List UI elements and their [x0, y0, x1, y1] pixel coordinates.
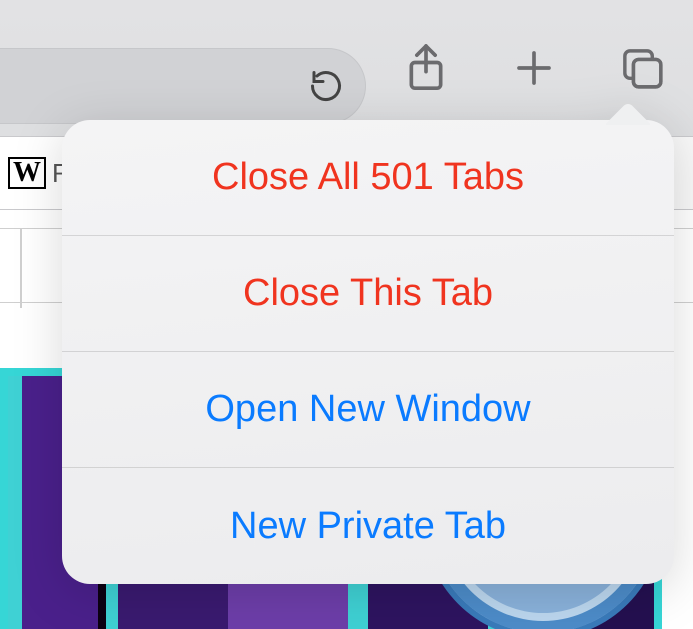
popover: Close All 501 Tabs Close This Tab Open N… [62, 120, 674, 584]
wikipedia-favicon-icon: W [8, 157, 46, 189]
app-root: W Ro Close All 501 Tabs Close This Tab O… [0, 0, 693, 629]
share-icon [404, 42, 448, 94]
menu-item-label: Close All 501 Tabs [212, 156, 524, 199]
reload-button[interactable] [304, 64, 348, 108]
plus-icon [514, 48, 554, 88]
new-tab-button[interactable] [505, 39, 563, 97]
reload-icon [308, 68, 344, 104]
menu-item-label: Open New Window [205, 388, 530, 431]
menu-open-new-window[interactable]: Open New Window [62, 352, 674, 468]
share-button[interactable] [397, 39, 455, 97]
toolbar [0, 0, 693, 136]
popover-arrow [606, 103, 650, 125]
tabs-icon [618, 44, 666, 92]
menu-new-private-tab[interactable]: New Private Tab [62, 468, 674, 584]
tabs-context-menu: Close All 501 Tabs Close This Tab Open N… [62, 120, 674, 584]
menu-item-label: Close This Tab [243, 272, 493, 315]
menu-close-this-tab[interactable]: Close This Tab [62, 236, 674, 352]
tabs-button[interactable] [613, 39, 671, 97]
menu-item-label: New Private Tab [230, 505, 506, 548]
address-bar[interactable] [0, 48, 366, 124]
content-rule [20, 228, 22, 308]
menu-close-all-tabs[interactable]: Close All 501 Tabs [62, 120, 674, 236]
